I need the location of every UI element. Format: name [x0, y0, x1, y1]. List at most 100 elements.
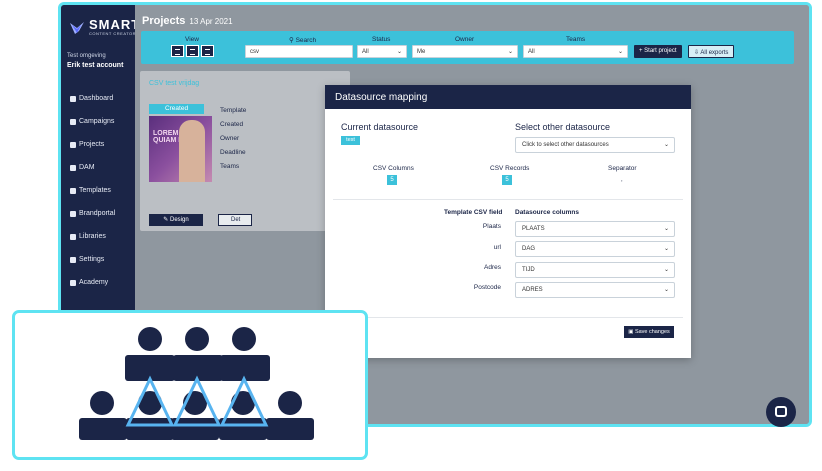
csv-records-value: 5 — [502, 175, 512, 185]
other-datasource-title: Select other datasource — [515, 122, 611, 132]
chat-launcher-button[interactable] — [766, 397, 796, 427]
list-view-button[interactable] — [171, 45, 184, 57]
mapping-select[interactable]: ADRES ⌄ — [515, 282, 675, 298]
design-button[interactable]: ✎ Design — [149, 214, 203, 226]
sidebar-item-dashboard[interactable]: Dashboard — [70, 87, 115, 110]
status-label: Status — [372, 36, 391, 43]
mapping-select-value: PLAATS — [522, 226, 545, 232]
library-icon — [70, 233, 76, 240]
divider — [333, 199, 683, 200]
mapping-select-value: ADRES — [522, 287, 543, 293]
account-name[interactable]: Erik test account — [67, 62, 123, 69]
details-label: Det — [231, 217, 241, 223]
sidebar-item-label: Projects — [79, 141, 105, 148]
team-people-illustration — [79, 327, 314, 440]
all-exports-label: All exports — [700, 50, 729, 56]
other-datasource-select[interactable]: Click to select other datasources ⌄ — [515, 137, 675, 153]
separator-value: , — [621, 177, 623, 183]
chevron-down-icon: ⌄ — [663, 226, 669, 232]
sidebar-item-label: Settings — [79, 256, 105, 263]
start-project-label: Start project — [644, 48, 677, 54]
sidebar-item-projects[interactable]: Projects — [70, 133, 115, 156]
page-date: 13 Apr 2021 — [189, 17, 233, 26]
chevron-down-icon: ⌄ — [396, 49, 402, 55]
projects-icon — [70, 141, 76, 148]
sidebar-item-label: Academy — [79, 279, 109, 286]
grid-view-button[interactable] — [186, 45, 199, 57]
status-select[interactable]: All ⌄ — [357, 45, 407, 58]
logo-sub-text: CONTENT CREATOR — [89, 31, 137, 36]
search-input[interactable]: csv — [245, 45, 353, 58]
logo-main-text: SMART — [89, 17, 141, 32]
divider — [333, 317, 683, 318]
mapping-field-label: Adres — [484, 264, 501, 271]
template-field-header: Template CSV field — [444, 209, 503, 216]
csv-records-label: CSV Records — [490, 165, 530, 172]
current-datasource-title: Current datasource — [341, 122, 419, 132]
images-icon — [70, 164, 76, 171]
owner-select-value: Me — [417, 49, 426, 55]
datasource-columns-header: Datasource columns — [515, 209, 579, 216]
sidebar-item-academy[interactable]: Academy — [70, 271, 115, 294]
sidebar-nav: Dashboard Campaigns Projects DAM Templat… — [70, 87, 115, 294]
meta-deadline: Deadline — [220, 149, 246, 156]
mapping-select-value: TIJD — [522, 267, 535, 273]
meta-owner: Owner — [220, 135, 240, 142]
view-label: View — [185, 36, 199, 43]
owner-label: Owner — [455, 36, 475, 43]
chevron-down-icon: ⌄ — [663, 287, 669, 293]
mapping-field-label: Postcode — [473, 284, 501, 291]
page-title-text: Projects — [142, 15, 186, 27]
modal-title: Datasource mapping — [325, 85, 691, 109]
project-thumbnail[interactable]: LOREM IPSUM QUIAM LOR — [149, 116, 212, 182]
status-badge: Created — [149, 104, 204, 114]
save-changes-button[interactable]: ▣ Save changes — [624, 326, 674, 338]
csv-columns-label: CSV Columns — [373, 165, 414, 172]
sidebar-item-campaigns[interactable]: Campaigns — [70, 110, 115, 133]
template-icon — [70, 187, 76, 194]
mapping-select[interactable]: PLAATS ⌄ — [515, 221, 675, 237]
mapping-field-label: Plaats — [482, 223, 501, 230]
sidebar-item-brandportal[interactable]: Brandportal — [70, 202, 115, 225]
chat-icon — [775, 406, 787, 417]
sidebar-item-label: Campaigns — [79, 118, 115, 125]
bird-logo-icon — [70, 21, 84, 34]
tile-view-button[interactable] — [201, 45, 214, 57]
book-icon — [70, 210, 76, 217]
all-exports-button[interactable]: ⇩ All exports — [688, 45, 735, 58]
save-icon: ▣ — [628, 329, 635, 335]
page-title: Projects 13 Apr 2021 — [142, 15, 233, 27]
sidebar-item-label: Dashboard — [79, 95, 114, 102]
megaphone-icon — [70, 118, 76, 125]
chevron-down-icon: ⌄ — [663, 246, 669, 252]
csv-columns-value: 5 — [387, 175, 397, 185]
teams-select[interactable]: All ⌄ — [523, 45, 628, 58]
current-datasource-badge: test — [341, 136, 360, 145]
separator-label: Separator — [608, 165, 637, 172]
logo[interactable]: SMART CONTENT CREATOR — [69, 17, 141, 36]
mapping-select[interactable]: TIJD ⌄ — [515, 262, 675, 278]
owner-select[interactable]: Me ⌄ — [412, 45, 518, 58]
design-label: Design — [170, 217, 189, 223]
chevron-down-icon: ⌄ — [617, 49, 623, 55]
other-datasource-placeholder: Click to select other datasources — [522, 142, 609, 148]
chevron-down-icon: ⌄ — [663, 267, 669, 273]
project-card[interactable]: CSV test vrijdag Created LOREM IPSUM QUI… — [140, 71, 350, 231]
teams-label: Teams — [566, 36, 586, 43]
details-button[interactable]: Det — [218, 214, 252, 226]
video-icon — [70, 279, 76, 286]
sidebar-item-settings[interactable]: Settings — [70, 248, 115, 271]
sidebar-item-label: Libraries — [79, 233, 106, 240]
sidebar-item-templates[interactable]: Templates — [70, 179, 115, 202]
search-label-text: Search — [295, 37, 317, 44]
filter-bar: View ⚲ Search csv Status All ⌄ Owner Me ⌄ … — [141, 31, 794, 64]
start-project-button[interactable]: + Start project — [634, 45, 682, 58]
thumbnail-person — [179, 120, 205, 182]
sidebar-item-dam[interactable]: DAM — [70, 156, 115, 179]
sidebar-item-label: Brandportal — [79, 210, 116, 217]
gear-icon — [70, 256, 76, 263]
org-name: Test omgeving — [67, 53, 106, 59]
mapping-select[interactable]: DAG ⌄ — [515, 241, 675, 257]
sidebar-item-libraries[interactable]: Libraries — [70, 225, 115, 248]
project-title[interactable]: CSV test vrijdag — [149, 80, 199, 87]
